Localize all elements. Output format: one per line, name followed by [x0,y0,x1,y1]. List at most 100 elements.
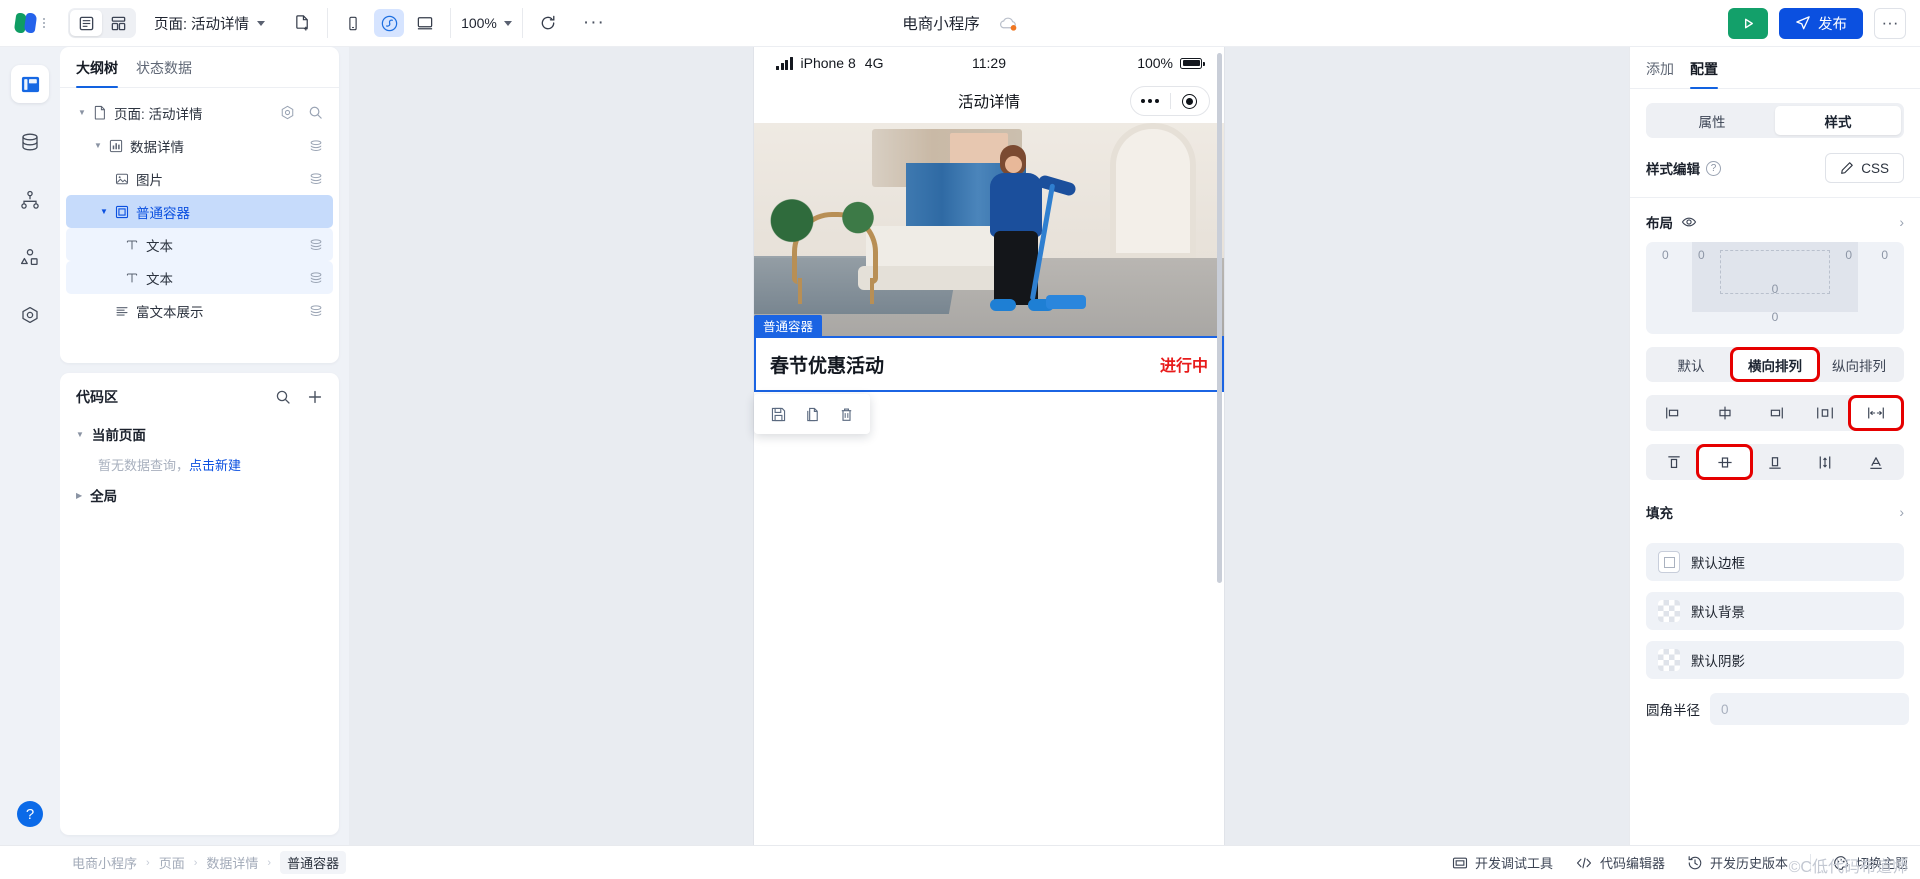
justify-center[interactable] [1699,398,1749,428]
code-search-icon[interactable] [275,389,291,405]
tree-row-page[interactable]: ▼ 页面: 活动详情 [66,96,333,129]
justify-end[interactable] [1750,398,1800,428]
fill-row-border[interactable]: 默认边框 [1646,543,1904,581]
breadcrumb-item-current[interactable]: 普通容器 [280,851,347,874]
code-create-link[interactable]: 点击新建 [189,458,241,473]
border-radius-input[interactable] [1710,693,1909,725]
justify-space-between[interactable] [1847,395,1905,431]
tree-row-text-1[interactable]: 文本 [66,228,333,261]
page-selector[interactable]: 页面: 活动详情 [154,13,266,34]
direction-row[interactable]: 横向排列 [1730,347,1820,382]
zoom-selector[interactable]: 100% [461,15,512,31]
design-canvas[interactable]: iPhone 8 4G 11:29 100% 活动详情 普通容器 春节优惠活动 … [349,47,1629,845]
view-mode-toggle[interactable] [68,8,136,38]
grid-view-button[interactable] [102,10,134,36]
code-editor-button[interactable]: 代码编辑器 [1575,853,1665,872]
debug-tool-button[interactable]: 开发调试工具 [1452,853,1553,872]
device-mobile-button[interactable] [338,9,368,37]
justify-start[interactable] [1649,398,1699,428]
tree-row-image[interactable]: 图片 [66,162,333,195]
layout-section-chevron[interactable]: › [1899,214,1904,230]
box-margin-bottom-value[interactable]: 0 [1772,310,1779,324]
box-padding-bottom-value[interactable]: 0 [1772,282,1779,296]
align-middle[interactable] [1696,444,1753,480]
page-view-button[interactable] [70,10,102,36]
box-margin-right-value[interactable]: 0 [1881,248,1888,262]
justify-content-bar[interactable] [1646,395,1905,431]
target-icon[interactable] [280,105,295,120]
preview-scrollbar[interactable] [1217,53,1222,583]
tab-outline-tree[interactable]: 大纲树 [76,58,118,88]
align-top[interactable] [1649,447,1699,477]
segment-attribute[interactable]: 属性 [1649,106,1775,135]
attribute-style-segment[interactable]: 属性 样式 [1646,103,1904,138]
tree-row-container[interactable]: ▼ 普通容器 [66,195,333,228]
trash-icon[interactable] [834,402,858,426]
tree-row-rich-text[interactable]: 富文本展示 [66,294,333,327]
sidebar-item-flow[interactable] [11,181,49,219]
refresh-button[interactable] [533,9,563,37]
breadcrumb-item-project[interactable]: 电商小程序 [72,853,137,872]
activity-status-text[interactable]: 进行中 [1160,352,1208,376]
hero-image[interactable] [754,123,1224,336]
chevron-down-icon-3[interactable]: ▼ [96,207,112,216]
capsule-more-icon[interactable] [1131,99,1170,103]
publish-button[interactable]: 发布 [1779,7,1863,39]
activity-title-text[interactable]: 春节优惠活动 [770,351,884,378]
device-desktop-button[interactable] [410,9,440,37]
fill-row-shadow[interactable]: 默认阴影 [1646,641,1904,679]
eye-icon[interactable] [1681,214,1697,230]
code-add-icon[interactable] [307,389,323,405]
capsule-target-icon[interactable] [1171,93,1210,109]
box-padding-right-value[interactable]: 0 [1845,248,1852,262]
tree-row-text-2[interactable]: 文本 [66,261,333,294]
box-padding-left-value[interactable]: 0 [1698,248,1705,262]
breadcrumb-item-page[interactable]: 页面 [159,853,185,872]
wechat-capsule[interactable] [1130,86,1210,116]
fill-row-background[interactable]: 默认背景 [1646,592,1904,630]
tab-state-data[interactable]: 状态数据 [136,58,192,87]
copy-icon[interactable] [800,402,824,426]
help-button[interactable]: ? [17,801,43,827]
layers-icon-3[interactable] [309,238,323,252]
segment-style[interactable]: 样式 [1775,106,1901,135]
topbar-overflow-button[interactable]: ··· [1874,7,1906,39]
fill-section-chevron[interactable]: › [1899,504,1904,520]
layers-icon-2[interactable] [309,172,323,186]
css-edit-button[interactable]: CSS [1825,153,1904,183]
layers-icon[interactable] [309,139,323,153]
device-miniprogram-button[interactable] [374,9,405,37]
chevron-down-icon-2[interactable]: ▼ [90,141,106,150]
history-version-button[interactable]: 开发历史版本 [1687,853,1788,872]
selected-container[interactable]: 春节优惠活动 进行中 [754,336,1224,392]
save-icon[interactable] [766,402,790,426]
layers-icon-4[interactable] [309,271,323,285]
align-baseline[interactable] [1851,447,1901,477]
sidebar-item-settings[interactable] [11,297,49,335]
align-stretch[interactable] [1800,447,1850,477]
search-icon[interactable] [308,105,323,120]
code-group-current-page[interactable]: ▼ 当前页面 [76,419,323,449]
run-preview-button[interactable] [1728,7,1768,39]
box-margin-left-value[interactable]: 0 [1662,248,1669,262]
layers-icon-5[interactable] [309,304,323,318]
tab-config[interactable]: 配置 [1690,59,1718,89]
sidebar-item-components[interactable] [11,239,49,277]
breadcrumb-item-data-detail[interactable]: 数据详情 [206,853,258,872]
flex-direction-segment[interactable]: 默认 横向排列 纵向排列 [1646,347,1904,382]
question-icon[interactable]: ? [1706,160,1721,176]
code-group-global[interactable]: ▶ 全局 [76,480,323,510]
tree-row-data-detail[interactable]: ▼ 数据详情 [66,129,333,162]
tab-add[interactable]: 添加 [1646,59,1674,88]
box-model-control[interactable]: 0 0 0 0 0 0 [1646,242,1904,334]
new-page-button[interactable] [287,9,317,37]
direction-column[interactable]: 纵向排列 [1817,350,1901,379]
sidebar-item-data[interactable] [11,123,49,161]
direction-default[interactable]: 默认 [1649,350,1733,379]
align-items-bar[interactable] [1646,444,1904,480]
justify-space-around[interactable] [1800,398,1850,428]
chevron-down-icon[interactable]: ▼ [74,108,90,117]
toolbar-more-button[interactable]: ··· [583,13,605,32]
sidebar-item-layout[interactable] [11,65,49,103]
theme-switch-button[interactable]: 切换主题 [1833,853,1908,872]
